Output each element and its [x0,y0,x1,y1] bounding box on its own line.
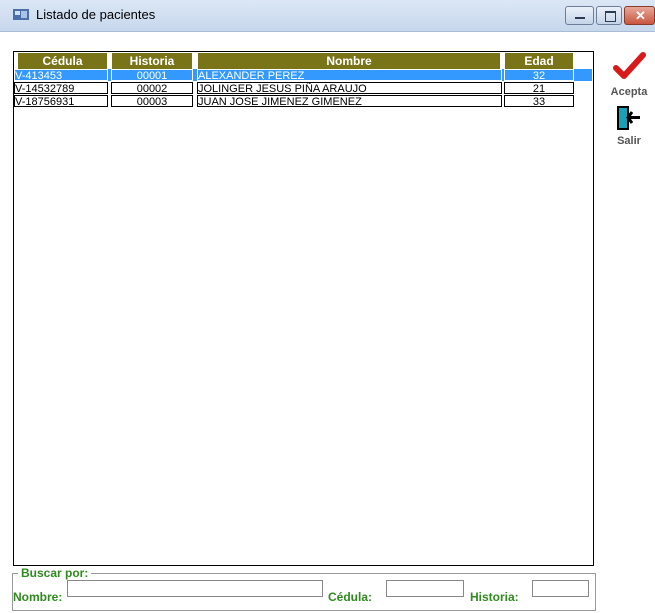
cedula-input[interactable] [386,580,464,597]
nombre-label: Nombre: [13,590,63,604]
cell-historia[interactable]: 00002 [111,82,193,94]
exit-label: Salir [617,135,641,147]
close-button[interactable]: ✕ [624,6,655,25]
cell-nombre[interactable]: JUAN JOSE JIMENEZ GIMENEZ [197,95,502,107]
column-header-nombre[interactable]: Nombre [198,53,500,69]
cell-edad: 32 [504,69,574,81]
cell-historia[interactable]: 00003 [111,95,193,107]
exit-door-icon [617,106,640,130]
patient-list[interactable] [13,51,594,566]
search-legend: Buscar por: [18,566,92,580]
window-title: Listado de pacientes [36,7,156,22]
accept-label: Acepta [610,86,648,98]
minimize-button[interactable] [565,6,594,25]
exit-button[interactable]: Salir [603,104,655,147]
cell-edad[interactable]: 21 [504,82,574,94]
close-icon: ✕ [635,8,646,23]
maximize-icon [605,11,616,22]
nombre-input[interactable] [67,580,323,597]
cell-nombre: ALEXANDER PEREZ [197,69,502,81]
window-titlebar: Listado de pacientes ✕ [0,0,655,32]
minimize-icon [575,17,585,19]
app-icon [13,9,29,20]
cell-cedula: V-413453 [14,69,108,81]
column-header-historia[interactable]: Historia [112,53,192,69]
cedula-label: Cédula: [328,590,373,604]
cell-cedula[interactable]: V-18756931 [14,95,108,107]
cell-edad[interactable]: 33 [504,95,574,107]
maximize-button[interactable] [596,6,622,25]
column-header-cedula[interactable]: Cédula [18,53,107,69]
historia-label: Historia: [470,590,519,604]
cell-cedula[interactable]: V-14532789 [14,82,108,94]
cell-historia: 00001 [111,69,193,81]
historia-input[interactable] [532,580,589,597]
checkmark-icon [613,52,646,79]
accept-button[interactable]: Acepta [603,52,655,98]
cell-nombre[interactable]: JOLINGER JESUS PIÑA ARAUJO [197,82,502,94]
column-header-edad[interactable]: Edad [505,53,573,69]
